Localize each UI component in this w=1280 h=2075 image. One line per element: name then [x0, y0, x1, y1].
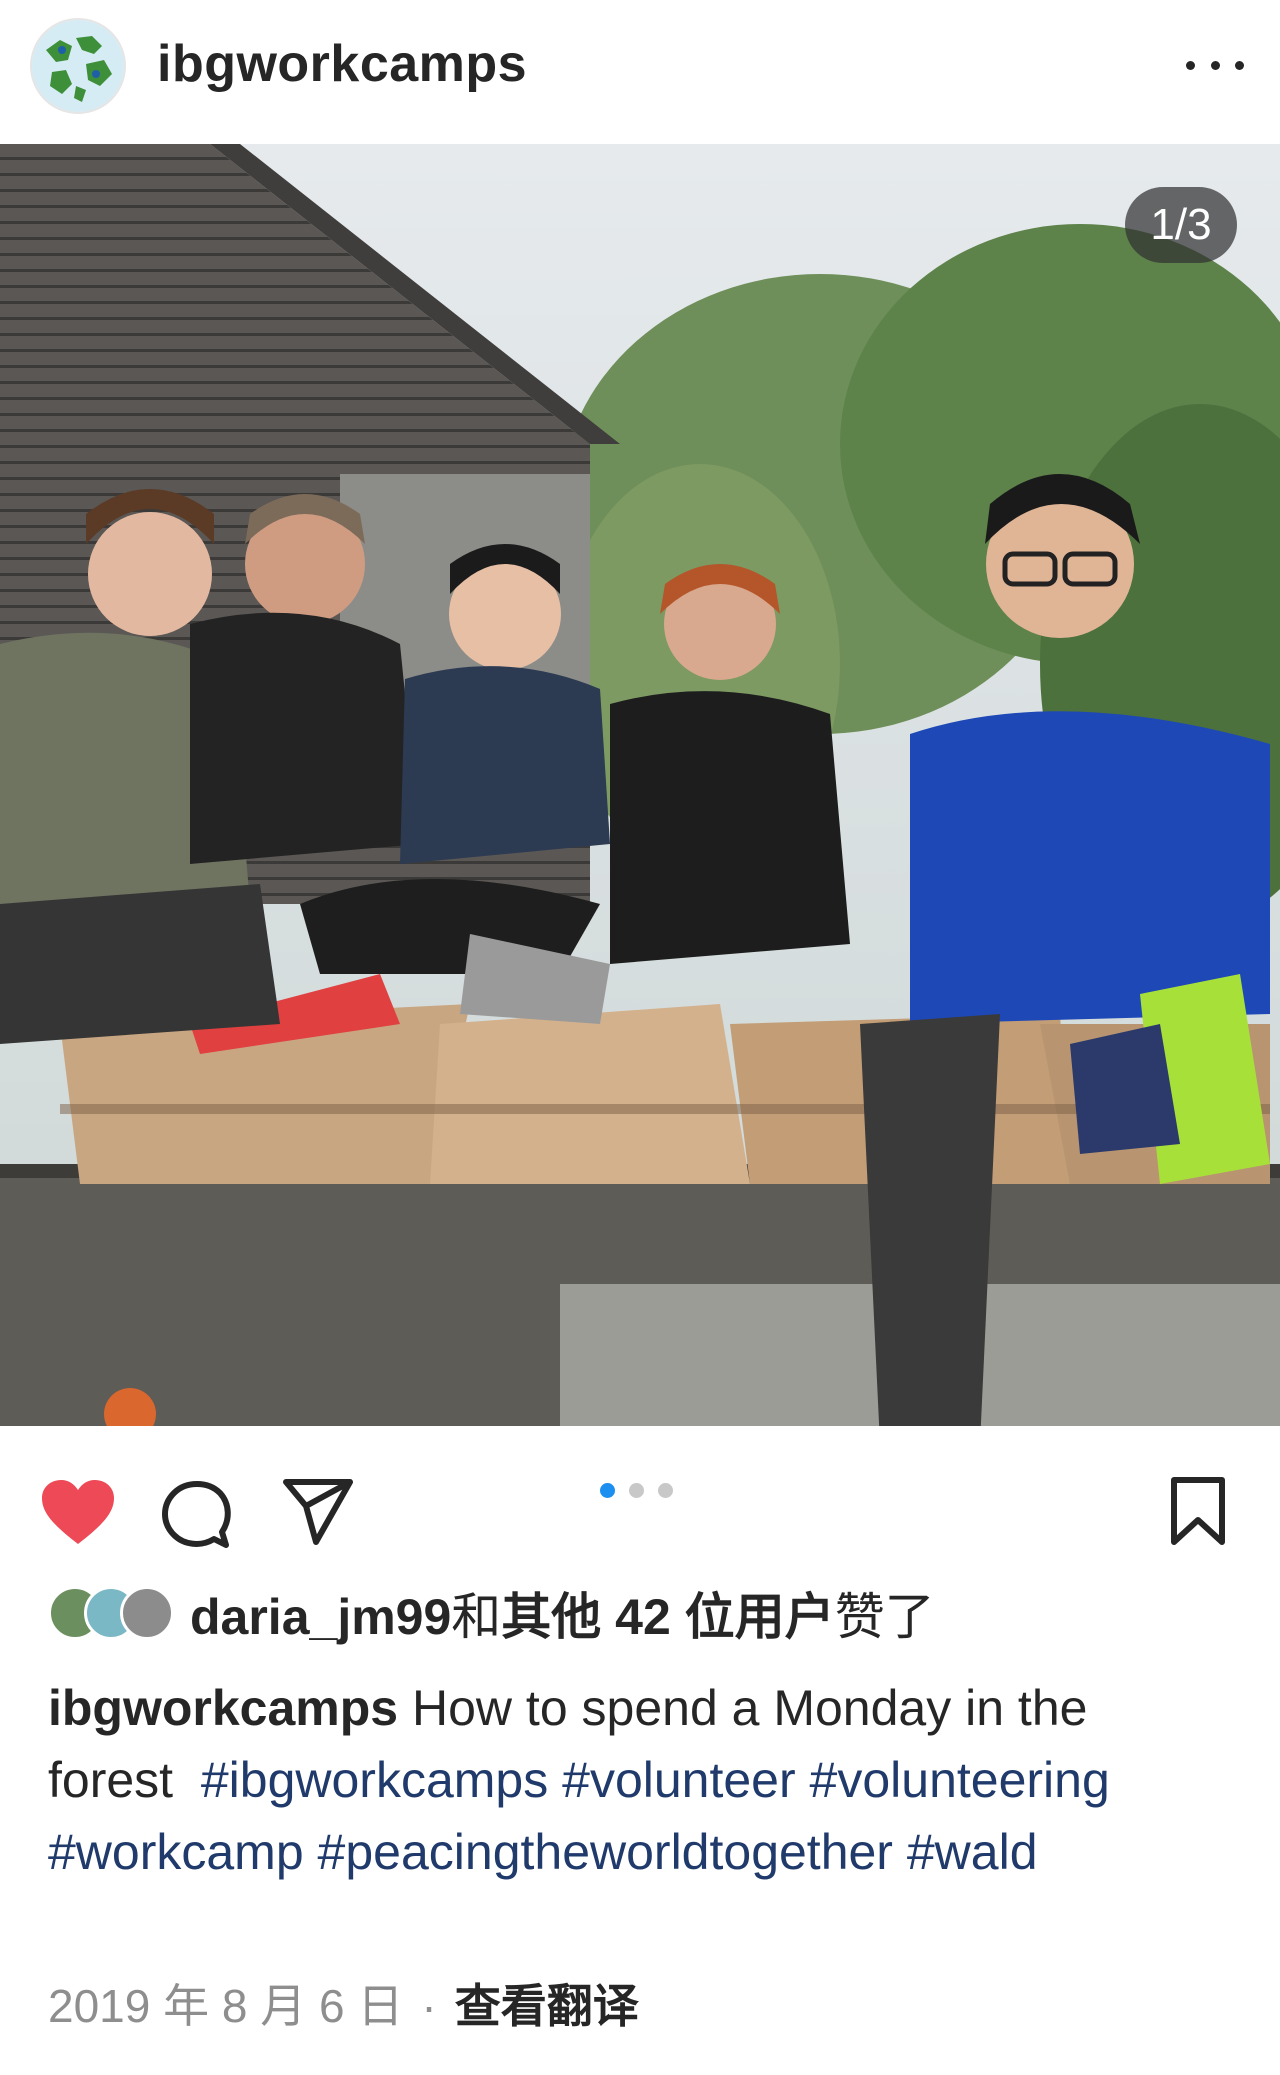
likes-suffix: 赞了 [834, 1589, 935, 1645]
likes-row[interactable]: daria_jm99和其他 42 位用户赞了 [48, 1578, 935, 1648]
profile-avatar[interactable] [30, 18, 126, 114]
carousel-dot-3 [658, 1483, 673, 1498]
comment-icon[interactable] [160, 1478, 232, 1550]
hashtag[interactable]: #ibgworkcamps [201, 1752, 548, 1808]
post-header: ibgworkcamps [0, 0, 1280, 144]
likes-text: daria_jm99和其他 42 位用户赞了 [190, 1577, 935, 1649]
translate-link[interactable]: 查看翻译 [455, 1980, 639, 2032]
action-bar [0, 1426, 1280, 1576]
bookmark-icon[interactable] [1170, 1476, 1226, 1548]
liker-avatar [120, 1586, 174, 1640]
carousel-indicator [600, 1483, 673, 1498]
hashtag[interactable]: #wald [907, 1824, 1038, 1880]
hashtag[interactable]: #workcamp [48, 1824, 304, 1880]
image-counter: 1/3 [1125, 187, 1237, 263]
liked-by-user[interactable]: daria_jm99 [190, 1589, 451, 1645]
post-caption: ibgworkcamps How to spend a Monday in th… [48, 1672, 1238, 1888]
likes-and: 和 [451, 1589, 502, 1645]
share-icon[interactable] [282, 1478, 354, 1546]
hashtag[interactable]: #volunteering [810, 1752, 1110, 1808]
carousel-dot-1 [600, 1483, 615, 1498]
post-username[interactable]: ibgworkcamps [157, 34, 527, 94]
heart-icon[interactable] [40, 1478, 116, 1548]
hashtag[interactable]: #volunteer [562, 1752, 796, 1808]
post-date-row: 2019 年 8 月 6 日 · 查看翻译 [48, 1976, 639, 2036]
carousel-dot-2 [629, 1483, 644, 1498]
likes-count[interactable]: 其他 42 位用户 [501, 1589, 834, 1645]
more-icon[interactable] [1180, 40, 1250, 90]
post-photo[interactable]: 1/3 [0, 144, 1280, 1426]
caption-username[interactable]: ibgworkcamps [48, 1680, 398, 1736]
hashtag[interactable]: #peacingtheworldtogether [318, 1824, 893, 1880]
post-date: 2019 年 8 月 6 日 [48, 1980, 404, 2032]
separator: · [421, 1980, 437, 2032]
